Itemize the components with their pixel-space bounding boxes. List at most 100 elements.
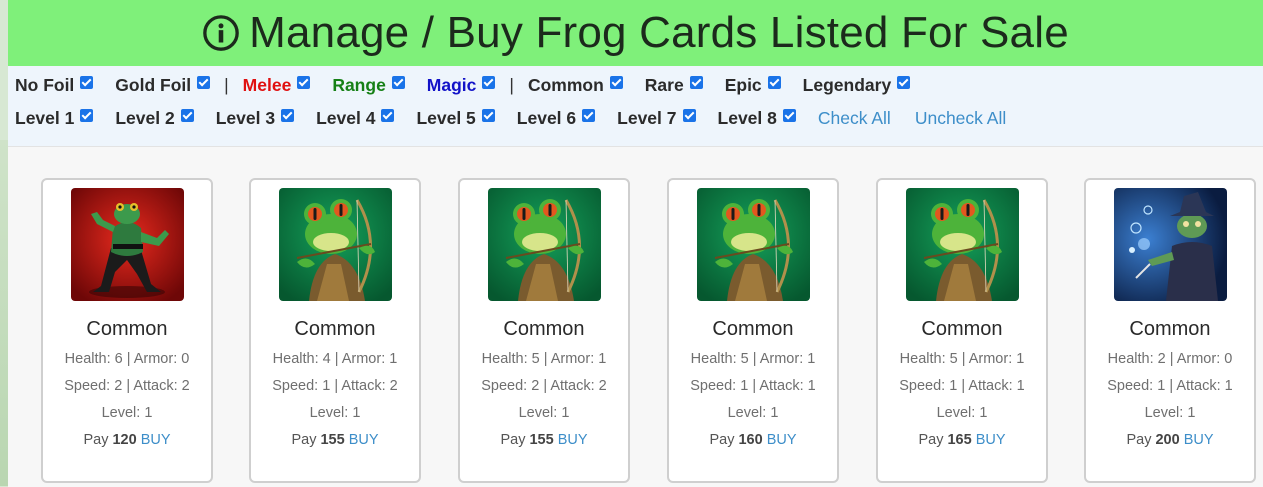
frog-card: Common Health: 5 | Armor: 1 Speed: 2 | Att… bbox=[458, 178, 630, 483]
filter-panel: No Foil Gold Foil | Melee Range Magic | Common R… bbox=[8, 66, 1263, 146]
filter-separator: | bbox=[224, 74, 229, 95]
filter-label: Magic bbox=[426, 74, 477, 95]
filter-label: Legendary bbox=[802, 74, 892, 95]
filter-no-foil[interactable]: No Foil bbox=[15, 74, 94, 96]
filter-label: Level 6 bbox=[516, 107, 577, 128]
filter-separator: | bbox=[509, 74, 514, 95]
card-pay: Pay 160 BUY bbox=[669, 431, 837, 449]
filter-melee[interactable]: Melee bbox=[243, 75, 311, 96]
card-speed-attack: Speed: 2 | Attack: 2 bbox=[481, 378, 607, 394]
checkbox[interactable] bbox=[381, 108, 395, 122]
checkbox[interactable] bbox=[281, 108, 295, 122]
filter-row-level: Level 1 Level 2 Level 3 Level 4 Level 5 Level… bbox=[15, 106, 1030, 130]
filter-label: Level 7 bbox=[617, 107, 677, 128]
card-health-armor: Health: 5 | Armor: 1 bbox=[690, 351, 816, 367]
filter-label: Melee bbox=[242, 74, 292, 95]
frog-card: Common Health: 6 | Armor: 0 Speed: 2 | Att… bbox=[41, 178, 213, 483]
buy-button[interactable]: BUY bbox=[1184, 432, 1214, 448]
price: 155 bbox=[529, 432, 554, 448]
checkbox[interactable] bbox=[481, 108, 495, 122]
filter-level-7[interactable]: Level 7 bbox=[617, 107, 696, 129]
checkbox[interactable] bbox=[767, 75, 781, 89]
card-pay: Pay 155 BUY bbox=[251, 431, 419, 449]
checkbox[interactable] bbox=[197, 75, 211, 89]
checkbox[interactable] bbox=[80, 75, 94, 89]
filter-epic[interactable]: Epic bbox=[725, 75, 781, 96]
buy-button[interactable]: BUY bbox=[767, 432, 797, 448]
checkbox[interactable] bbox=[689, 75, 703, 89]
frog-card-image[interactable] bbox=[1113, 188, 1227, 301]
frog-card: Common Health: 4 | Armor: 1 Speed: 1 | Att… bbox=[249, 178, 421, 483]
card-speed-attack: Speed: 2 | Attack: 2 bbox=[64, 378, 190, 394]
checkbox[interactable] bbox=[897, 75, 911, 89]
filter-legendary[interactable]: Legendary bbox=[803, 75, 911, 96]
pay-label: Pay bbox=[709, 432, 735, 448]
card-rarity: Common bbox=[712, 318, 794, 340]
card-pay: Pay 120 BUY bbox=[43, 431, 211, 449]
price: 120 bbox=[112, 432, 137, 448]
filter-gold-foil[interactable]: Gold Foil bbox=[115, 75, 211, 96]
frog-card-image[interactable] bbox=[905, 188, 1019, 301]
card-level: Level: 1 bbox=[936, 405, 988, 421]
pay-label: Pay bbox=[1126, 432, 1152, 448]
filter-level-1[interactable]: Level 1 bbox=[15, 107, 94, 129]
filter-common[interactable]: Common bbox=[528, 75, 623, 96]
filter-level-8[interactable]: Level 8 bbox=[718, 108, 796, 129]
filter-label: Level 1 bbox=[15, 107, 75, 128]
filter-level-3[interactable]: Level 3 bbox=[216, 108, 295, 129]
filter-label: Range bbox=[332, 74, 386, 95]
filter-level-6[interactable]: Level 6 bbox=[516, 107, 596, 129]
card-level: Level: 1 bbox=[518, 405, 570, 421]
check-all-link[interactable]: Check All bbox=[818, 108, 891, 129]
card-rarity: Common bbox=[86, 318, 168, 340]
checkbox[interactable] bbox=[782, 108, 796, 122]
card-rarity: Common bbox=[294, 318, 376, 340]
card-rarity: Common bbox=[503, 318, 585, 340]
filter-label: Common bbox=[527, 74, 604, 95]
checkbox[interactable] bbox=[582, 108, 596, 122]
filter-label: No Foil bbox=[15, 74, 75, 95]
pay-label: Pay bbox=[500, 432, 526, 448]
filter-level-5[interactable]: Level 5 bbox=[416, 107, 495, 129]
frog-card-image[interactable] bbox=[278, 188, 392, 301]
filter-label: Level 2 bbox=[115, 107, 175, 128]
pay-label: Pay bbox=[83, 432, 109, 448]
buy-button[interactable]: BUY bbox=[976, 432, 1006, 448]
card-health-armor: Health: 5 | Armor: 1 bbox=[481, 351, 607, 367]
filter-level-2[interactable]: Level 2 bbox=[115, 107, 194, 129]
buy-button[interactable]: BUY bbox=[141, 432, 171, 448]
pay-label: Pay bbox=[291, 432, 317, 448]
filter-level-4[interactable]: Level 4 bbox=[316, 107, 395, 129]
filter-row-type: No Foil Gold Foil | Melee Range Magic | Common R… bbox=[15, 73, 932, 97]
card-pay: Pay 165 BUY bbox=[878, 431, 1046, 449]
card-rarity: Common bbox=[921, 318, 1003, 340]
filter-rare[interactable]: Rare bbox=[645, 75, 703, 96]
buy-button[interactable]: BUY bbox=[349, 432, 379, 448]
checkbox[interactable] bbox=[482, 75, 496, 89]
checkbox[interactable] bbox=[682, 108, 696, 122]
card-health-armor: Health: 4 | Armor: 1 bbox=[272, 351, 398, 367]
checkbox[interactable] bbox=[297, 75, 311, 89]
card-speed-attack: Speed: 1 | Attack: 1 bbox=[690, 378, 816, 394]
filter-label: Level 5 bbox=[416, 107, 476, 128]
info-icon bbox=[203, 15, 239, 51]
uncheck-all-link[interactable]: Uncheck All bbox=[915, 108, 1006, 129]
checkbox[interactable] bbox=[80, 108, 94, 122]
frog-card-image[interactable] bbox=[487, 188, 601, 301]
price: 155 bbox=[320, 432, 345, 448]
card-grid: Common Health: 6 | Armor: 0 Speed: 2 | Att… bbox=[8, 146, 1263, 487]
frog-card-image[interactable] bbox=[696, 188, 810, 301]
price: 160 bbox=[738, 432, 763, 448]
card-speed-attack: Speed: 1 | Attack: 1 bbox=[1107, 378, 1233, 394]
buy-button[interactable]: BUY bbox=[558, 432, 588, 448]
filter-magic[interactable]: Magic bbox=[427, 75, 496, 96]
checkbox[interactable] bbox=[391, 75, 405, 89]
filter-label: Epic bbox=[724, 74, 762, 95]
card-health-armor: Health: 5 | Armor: 1 bbox=[899, 351, 1025, 367]
filter-label: Level 4 bbox=[316, 107, 376, 128]
frog-card-image[interactable] bbox=[70, 188, 184, 301]
card-level: Level: 1 bbox=[309, 405, 361, 421]
filter-range[interactable]: Range bbox=[332, 74, 405, 96]
checkbox[interactable] bbox=[609, 75, 623, 89]
checkbox[interactable] bbox=[180, 108, 194, 122]
